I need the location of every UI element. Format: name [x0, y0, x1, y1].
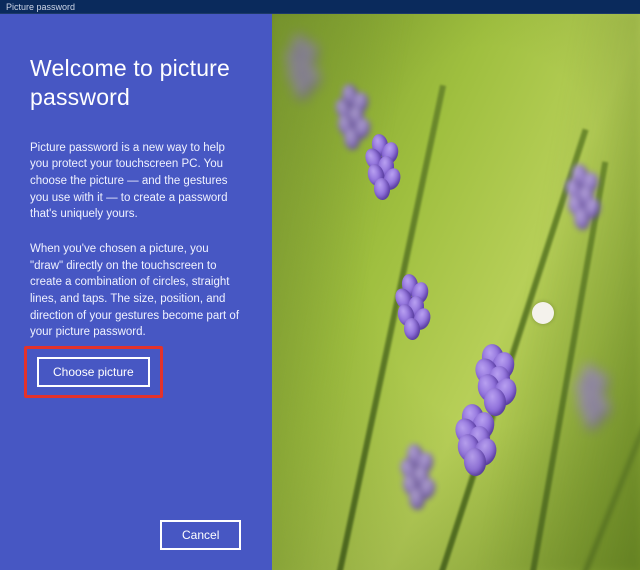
intro-paragraph-1: Picture password is a new way to help yo… — [30, 140, 242, 223]
choose-picture-button[interactable]: Choose picture — [37, 357, 150, 387]
tutorial-highlight-box: Choose picture — [24, 346, 163, 398]
window-body: Welcome to picture password Picture pass… — [0, 14, 640, 570]
titlebar: Picture password — [0, 0, 640, 14]
picture-password-window: Picture password Welcome to picture pass… — [0, 0, 640, 570]
window-title: Picture password — [6, 2, 75, 12]
page-heading: Welcome to picture password — [30, 54, 242, 112]
picture-preview-area[interactable] — [272, 14, 640, 570]
gesture-marker[interactable] — [532, 302, 554, 324]
intro-paragraph-2: When you've chosen a picture, you "draw"… — [30, 241, 242, 341]
cancel-button[interactable]: Cancel — [160, 520, 241, 550]
instruction-panel: Welcome to picture password Picture pass… — [0, 14, 272, 570]
